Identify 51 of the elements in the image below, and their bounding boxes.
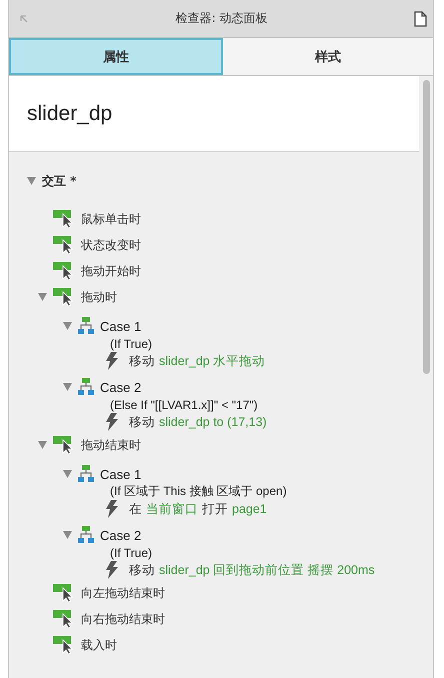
- expanded-arrow-icon[interactable]: [63, 531, 72, 539]
- expanded-arrow-icon[interactable]: [63, 322, 72, 330]
- event-cursor-icon: [53, 288, 75, 306]
- case-tree-icon: [78, 317, 94, 335]
- scrollbar-thumb[interactable]: [422, 80, 430, 374]
- lightning-icon: [105, 413, 119, 431]
- expanded-arrow-icon[interactable]: [63, 383, 72, 391]
- case-title[interactable]: Case 1: [100, 466, 142, 482]
- arrow-icon[interactable]: [19, 14, 29, 24]
- event-label[interactable]: 拖动结束时: [81, 436, 141, 454]
- case-tree-icon: [78, 465, 94, 483]
- lightning-icon: [105, 352, 119, 370]
- event-cursor-icon: [53, 584, 75, 602]
- event-label[interactable]: 鼠标单击时: [81, 210, 141, 228]
- event-cursor-icon: [53, 436, 75, 454]
- case-tree-icon: [78, 378, 94, 396]
- action-text[interactable]: 移动 slider_dp 回到拖动前位置 摇摆 200ms: [129, 562, 379, 578]
- case-title[interactable]: Case 2: [100, 528, 142, 542]
- section-title: 交互 *: [42, 172, 76, 190]
- lightning-icon: [105, 561, 119, 579]
- action-text[interactable]: 移动 slider_dp to (17,13): [129, 414, 271, 430]
- event-cursor-icon: [53, 210, 75, 228]
- action-text[interactable]: 移动 slider_dp 水平拖动: [129, 352, 270, 370]
- event-label[interactable]: 载入时: [81, 636, 117, 654]
- tab[interactable]: 属性: [9, 38, 223, 75]
- event-cursor-icon: [53, 610, 75, 628]
- event-label[interactable]: 向右拖动结束时: [81, 610, 165, 628]
- expanded-arrow-icon[interactable]: [38, 441, 47, 449]
- case-tree-icon: [78, 526, 94, 544]
- widget-name: slider_dp: [27, 102, 112, 126]
- event-label[interactable]: 拖动时: [81, 288, 117, 306]
- lightning-icon: [105, 500, 119, 518]
- expanded-arrow-icon[interactable]: [38, 293, 47, 301]
- window-title: 检查器: 动态面板: [176, 10, 268, 27]
- event-label[interactable]: 向左拖动结束时: [81, 584, 165, 602]
- event-cursor-icon: [53, 262, 75, 280]
- case-condition: (If 区域于 This 接触 区域于 open): [110, 483, 287, 500]
- expanded-arrow-icon[interactable]: [27, 177, 36, 185]
- case-condition: (If True): [110, 546, 152, 560]
- action-text[interactable]: 在 当前窗口 打开 page1: [129, 500, 271, 518]
- event-label[interactable]: 状态改变时: [81, 236, 141, 254]
- event-label[interactable]: 拖动开始时: [81, 262, 141, 280]
- case-condition: (If True): [110, 336, 152, 350]
- event-cursor-icon: [53, 236, 75, 254]
- event-cursor-icon: [53, 636, 75, 654]
- expanded-arrow-icon[interactable]: [63, 470, 72, 478]
- case-title[interactable]: Case 2: [100, 380, 142, 394]
- case-title[interactable]: Case 1: [100, 318, 142, 334]
- document-icon[interactable]: [414, 10, 427, 26]
- case-condition: (Else If "[[LVAR1.x]]" < "17"): [110, 398, 258, 412]
- tab[interactable]: 样式: [223, 38, 433, 75]
